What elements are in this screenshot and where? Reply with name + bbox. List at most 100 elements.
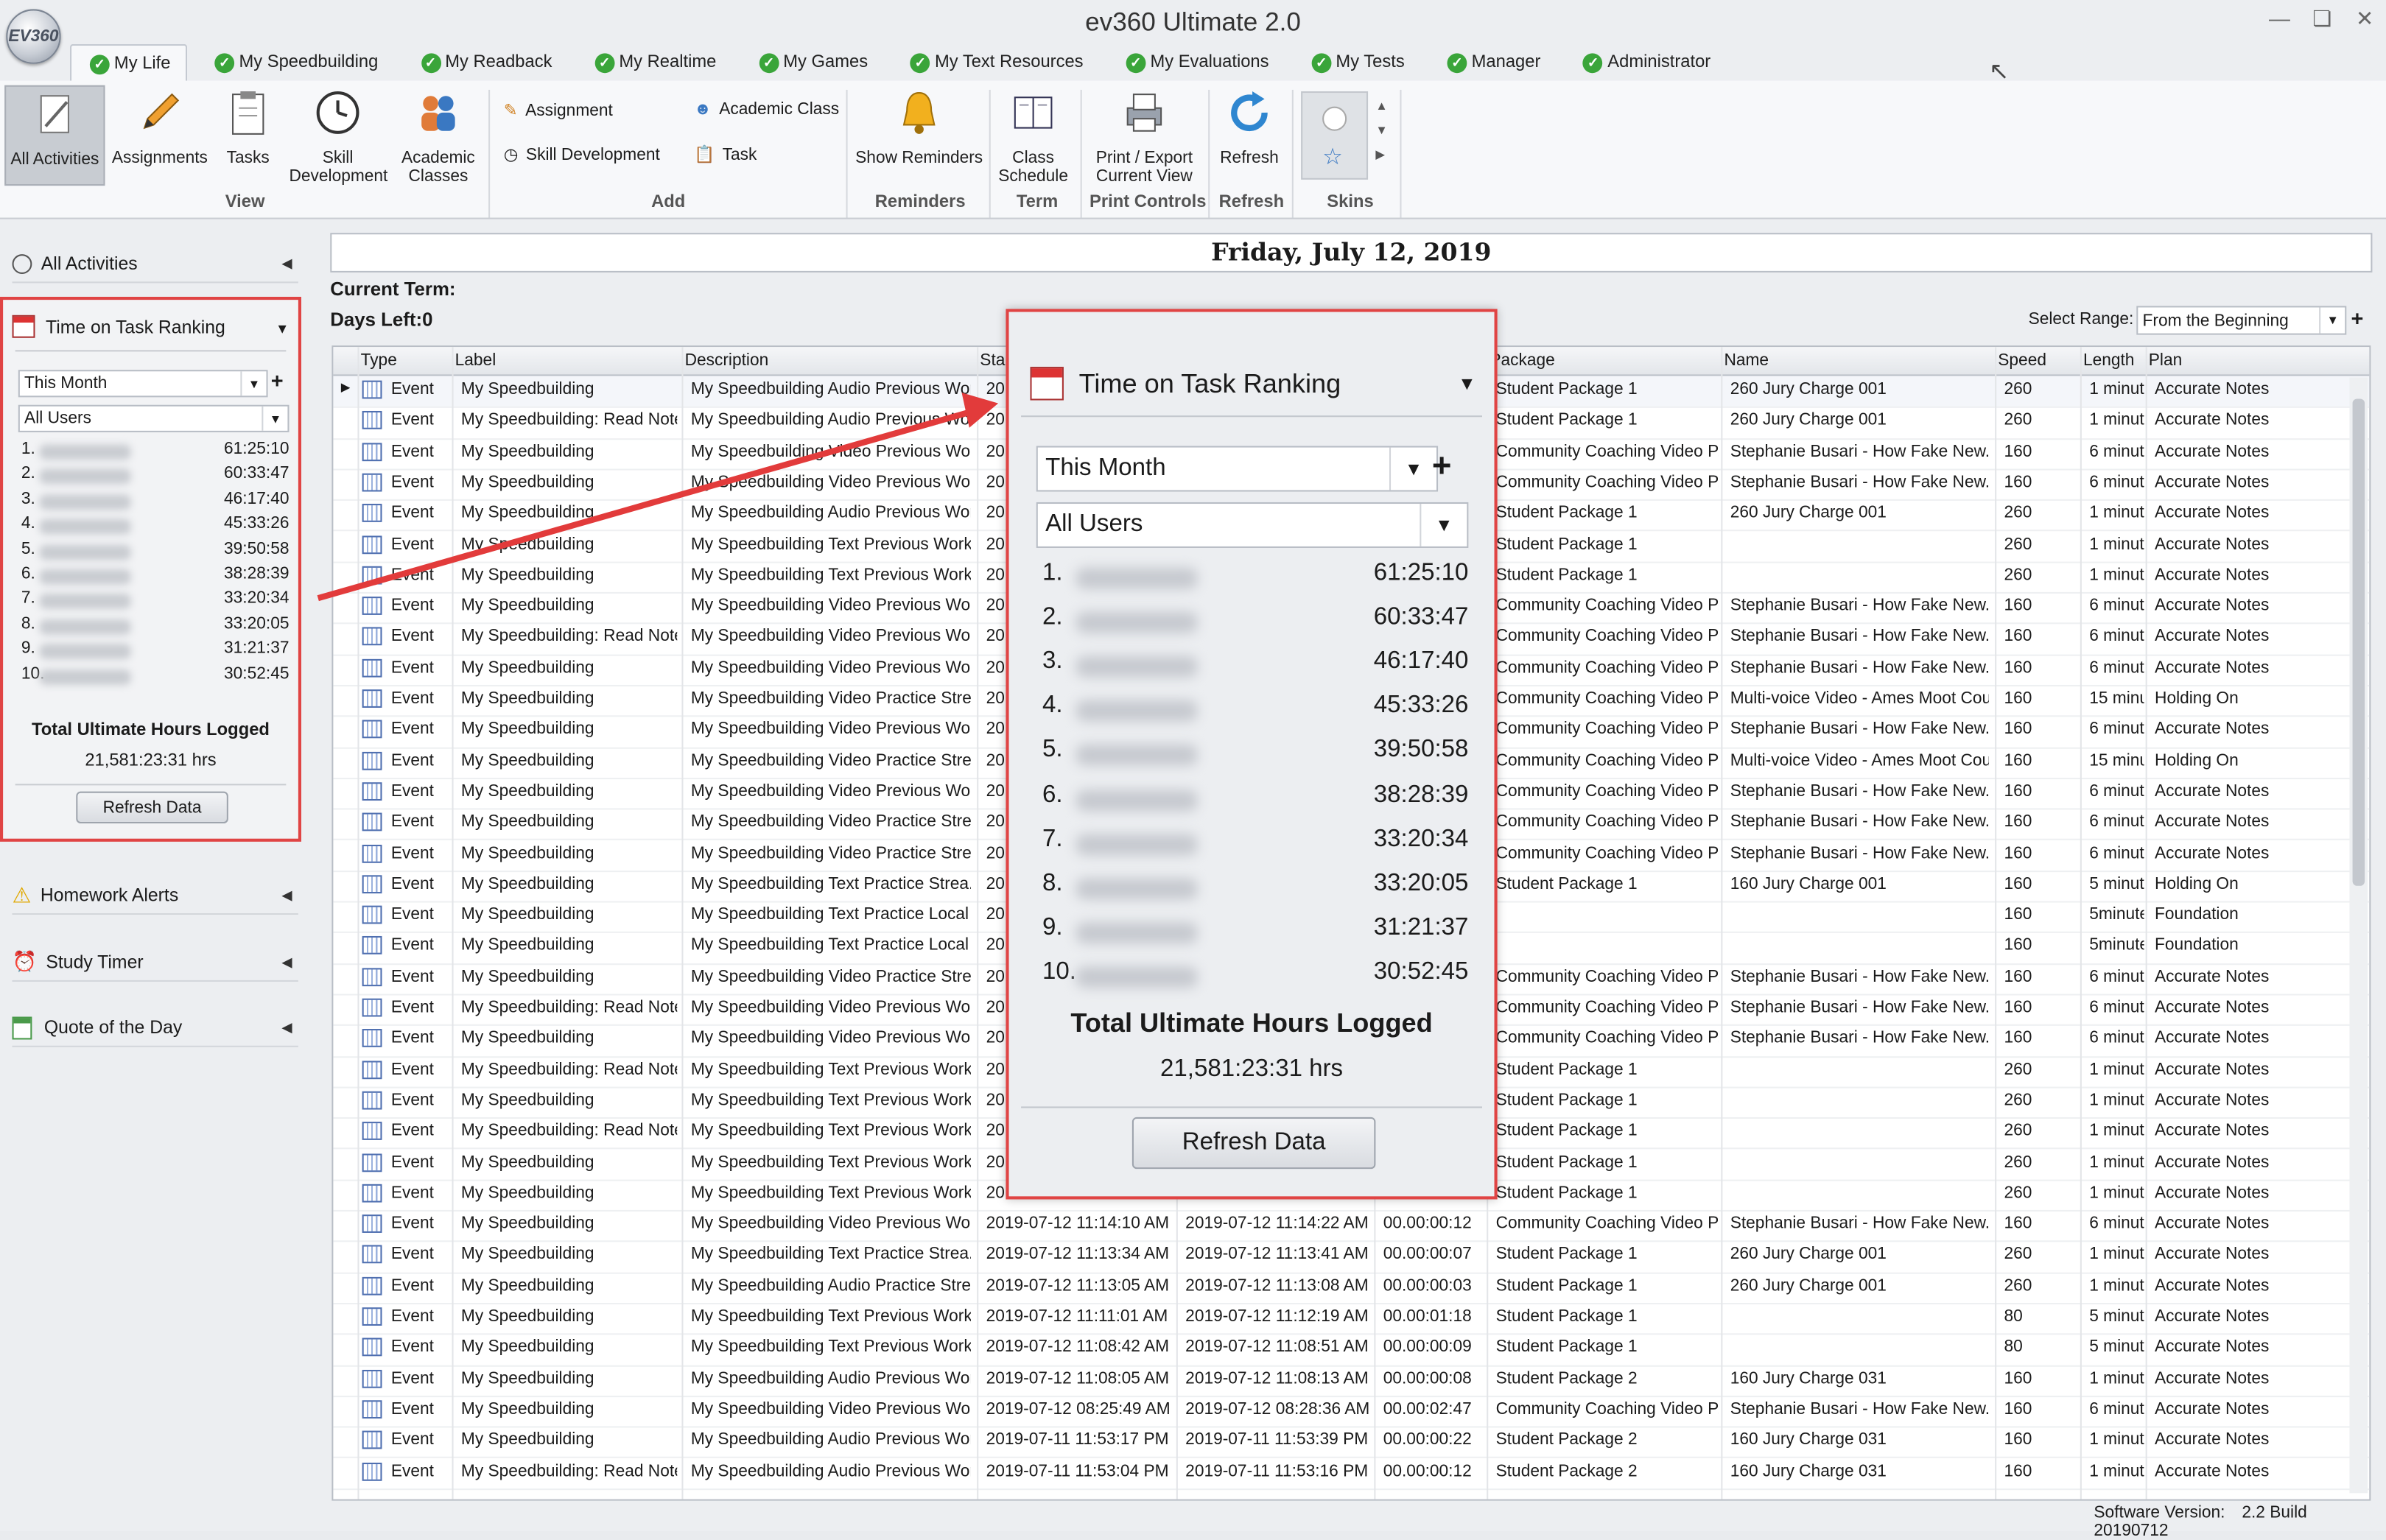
chevron-down-icon[interactable]: ▼ (2319, 307, 2345, 334)
scrollbar-thumb[interactable] (2352, 398, 2365, 886)
collapse-arrow-icon[interactable]: ◀ (281, 255, 292, 272)
divider (15, 350, 287, 352)
close-icon[interactable]: ✕ (2353, 6, 2377, 32)
tab-my-evaluations[interactable]: ✓ My Evaluations (1108, 44, 1285, 81)
assignments-button[interactable]: Assignments (110, 85, 210, 167)
chevron-down-icon[interactable]: ▼ (262, 406, 287, 431)
all-activities-button[interactable]: All Activities (4, 85, 105, 186)
print-export-label: Print / Export Current View (1095, 149, 1193, 186)
add-icon[interactable]: + (271, 368, 284, 393)
table-row[interactable]: Event My Speedbuilding My Speedbuilding Vi… (333, 1396, 2370, 1428)
tab-manager[interactable]: ✓ Manager (1429, 44, 1556, 81)
class-schedule-button[interactable]: Class Schedule (997, 85, 1070, 186)
quote-of-the-day-header[interactable]: Quote of the Day ◀ (12, 1009, 298, 1047)
rank-time: 60:33:47 (224, 465, 290, 483)
restore-icon[interactable]: ❏ (2310, 6, 2334, 32)
tab-my-realtime[interactable]: ✓ My Realtime (577, 44, 732, 81)
table-row[interactable]: Event My Speedbuilding My Speedbuilding Au… (333, 1365, 2370, 1397)
table-cell: My Speedbuilding Audio Previous Wor... (690, 1461, 971, 1480)
table-row[interactable]: Event My Speedbuilding My Speedbuilding Au… (333, 1427, 2370, 1459)
title-bar: EV360 ev360 Ultimate 2.0 — ❏ ✕ (0, 0, 2386, 64)
skill-development-label: Skill Development (289, 149, 388, 186)
table-row[interactable]: Event My Speedbuilding My Speedbuilding Vi… (333, 1210, 2370, 1243)
table-row[interactable]: Event My Speedbuilding My Speedbuilding Te… (333, 1334, 2370, 1366)
star-icon[interactable]: ☆ (1322, 143, 1343, 170)
show-reminders-button[interactable]: Show Reminders (855, 85, 983, 167)
table-cell: My Speedbuilding (460, 812, 594, 831)
callout-users-select[interactable]: All Users ▼ (1036, 502, 1469, 548)
skins-group-label: Skins (1327, 193, 1374, 212)
app-logo[interactable]: EV360 (6, 9, 61, 64)
skins-scroll[interactable]: ▲ ▼ ▶ (1375, 94, 1387, 167)
table-cell: My Speedbuilding (460, 597, 594, 616)
clipboard-icon (232, 91, 264, 135)
period-select[interactable]: This Month ▼ (18, 370, 268, 398)
collapse-arrow-icon[interactable]: ◀ (281, 954, 292, 971)
table-row[interactable]: Event My Speedbuilding My Speedbuilding Te… (333, 1303, 2370, 1336)
refresh-data-button[interactable]: Refresh Data (76, 791, 228, 824)
skill-development-button[interactable]: Skill Development (289, 85, 388, 186)
all-activities-header[interactable]: All Activities ◀ (12, 245, 298, 284)
tab-administrator[interactable]: ✓ Administrator (1565, 44, 1725, 81)
users-select[interactable]: All Users ▼ (18, 404, 290, 432)
table-row[interactable]: Event My Speedbuilding My Speedbuilding Te… (333, 1241, 2370, 1274)
table-cell: 00.00:01:18 (1383, 1307, 1472, 1326)
collapse-arrow-icon[interactable]: ◀ (281, 1019, 292, 1036)
chevron-down-icon[interactable]: ▼ (240, 371, 266, 396)
callout-period-select[interactable]: This Month ▼ (1036, 446, 1439, 492)
table-cell: 260 (2004, 1184, 2032, 1203)
expand-arrow-icon[interactable]: ▼ (1458, 373, 1476, 394)
column-header[interactable]: Name (1724, 351, 1769, 370)
tab-my-tests[interactable]: ✓ My Tests (1294, 44, 1420, 81)
callout-header[interactable]: Time on Task Ranking (1030, 367, 1341, 401)
column-header[interactable]: Plan (2149, 351, 2183, 370)
column-header[interactable]: Type (361, 351, 397, 370)
add-skill-development-button[interactable]: ◷ Skill Development (504, 144, 660, 164)
tab-my-life[interactable]: ✓ My Life (70, 43, 188, 82)
minimize-icon[interactable]: — (2267, 6, 2292, 32)
table-row[interactable]: Event My Speedbuilding: Read Notes My Spee… (333, 1458, 2370, 1490)
table-cell: 2019-07-11 11:53:04 PM (986, 1461, 1169, 1480)
table-row[interactable]: Event My Speedbuilding My Speedbuilding Au… (333, 1272, 2370, 1305)
expand-arrow-icon[interactable]: ▼ (276, 321, 289, 337)
skins-gallery[interactable]: ☆ (1301, 91, 1369, 180)
chevron-down-icon[interactable]: ▼ (1420, 504, 1467, 546)
table-cell: 1 minute (2089, 1184, 2144, 1203)
tab-my-games[interactable]: ✓ My Games (740, 44, 883, 81)
academic-classes-button[interactable]: Academic Classes (394, 85, 483, 186)
add-icon[interactable]: + (1432, 446, 1465, 486)
column-header[interactable]: Length (2083, 351, 2135, 370)
rank-number: 4. (21, 514, 35, 533)
table-cell: Event (390, 1091, 435, 1110)
add-assignment-button[interactable]: ✎ Assignment (504, 100, 613, 120)
tab-my-speedbuilding[interactable]: ✓ My Speedbuilding (197, 44, 393, 81)
add-task-button[interactable]: 📋 Task (694, 144, 757, 164)
add-academic-class-button[interactable]: ☻ Academic Class (694, 100, 839, 119)
tasks-button[interactable]: Tasks (216, 85, 280, 167)
column-header[interactable]: Package (1490, 351, 1554, 370)
table-cell: Accurate Notes (2155, 1214, 2270, 1234)
table-cell: 2019-07-12 11:13:41 AM (1185, 1245, 1369, 1265)
tab-my-text-resources[interactable]: ✓ My Text Resources (892, 44, 1098, 81)
tab-label: My Speedbuilding (239, 53, 379, 72)
table-cell: My Speedbuilding: Read Notes (460, 998, 678, 1017)
column-divider (2080, 347, 2082, 1499)
tab-my-readback[interactable]: ✓ My Readback (402, 44, 567, 81)
vertical-scrollbar[interactable] (2349, 377, 2368, 1494)
print-export-button[interactable]: Print / Export Current View (1087, 85, 1202, 186)
collapse-arrow-icon[interactable]: ◀ (281, 887, 292, 904)
study-timer-header[interactable]: ⏰ Study Timer ◀ (12, 943, 298, 982)
refresh-button[interactable]: Refresh (1214, 85, 1284, 167)
add-icon[interactable]: + (2351, 306, 2364, 330)
homework-alerts-header[interactable]: ⚠ Homework Alerts ◀ (12, 876, 298, 915)
time-on-task-header[interactable]: Time on Task Ranking (12, 314, 225, 338)
table-cell: My Speedbuilding Video Previous Wor... (690, 720, 971, 739)
skin-default-icon[interactable] (1322, 106, 1347, 131)
column-header[interactable]: Label (455, 351, 497, 370)
chevron-down-icon[interactable]: ▼ (1389, 447, 1436, 491)
column-header[interactable]: Speed (1998, 351, 2046, 370)
select-range-dropdown[interactable]: From the Beginning ▼ (2136, 306, 2347, 335)
column-header[interactable]: Description (685, 351, 769, 370)
table-cell: Student Package 1 (1495, 504, 1638, 523)
callout-refresh-data-button[interactable]: Refresh Data (1131, 1117, 1376, 1170)
